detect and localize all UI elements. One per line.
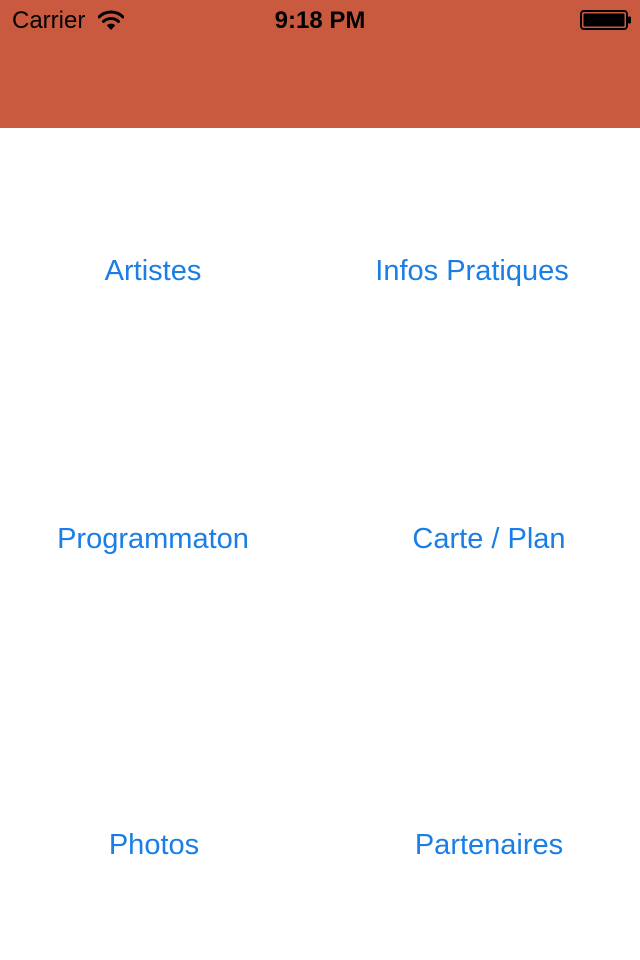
infos-pratiques-button[interactable]: Infos Pratiques <box>352 253 592 289</box>
battery-icon <box>580 10 631 30</box>
programmation-button[interactable]: Programmaton <box>33 521 273 557</box>
partenaires-button[interactable]: Partenaires <box>389 827 589 863</box>
artistes-button[interactable]: Artistes <box>53 253 253 289</box>
navigation-bar: Carrier 9:18 PM <box>0 0 640 128</box>
status-time: 9:18 PM <box>274 7 366 34</box>
photos-button[interactable]: Photos <box>54 827 254 863</box>
app-screen: Carrier 9:18 PM Artistes Infos Pratiques… <box>0 0 640 960</box>
carte-plan-button[interactable]: Carte / Plan <box>379 521 599 557</box>
status-bar: Carrier 9:18 PM <box>0 0 640 40</box>
